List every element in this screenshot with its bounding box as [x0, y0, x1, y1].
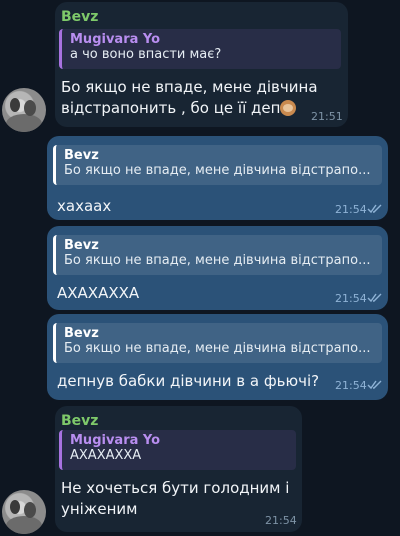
outgoing-message[interactable]: Bevz Бо якщо не впаде, мене дівчина відс… [47, 314, 388, 400]
reply-text: Бо якщо не впаде, мене дівчина відстрапо… [64, 163, 371, 178]
reply-text: АХАХАХХА [70, 448, 142, 463]
message-line: відстрапонить , бо це її деп [61, 99, 281, 117]
message-time: 21:54 [335, 203, 367, 216]
avatar-face [10, 500, 20, 514]
message-time: 21:54 [335, 292, 367, 305]
message-line: Бо якщо не впаде, мене дівчина [61, 78, 318, 96]
reply-author: Mugivara Yo [70, 433, 161, 448]
sender-name[interactable]: Bevz [61, 413, 98, 429]
avatar-face [24, 502, 36, 518]
sender-name[interactable]: Bevz [61, 9, 98, 25]
message-line: Не хочеться бути голодним і [61, 479, 290, 497]
reply-preview[interactable]: Bevz Бо якщо не впаде, мене дівчина відс… [53, 145, 382, 185]
message-text: депнув бабки дівчини в а фьючі? [57, 372, 320, 390]
avatar[interactable] [2, 88, 46, 132]
double-check-icon [367, 293, 382, 303]
avatar-body [6, 114, 42, 132]
reply-text: Бо якщо не впаде, мене дівчина відстрапо… [64, 253, 371, 268]
reply-preview[interactable]: Bevz Бо якщо не впаде, мене дівчина відс… [53, 323, 382, 363]
message-time: 21:51 [311, 110, 343, 123]
monkey-see-no-evil-icon [280, 100, 297, 116]
incoming-message[interactable]: Bevz Mugivara Yo АХАХАХХА Не хочеться бу… [55, 406, 302, 532]
reply-text: Бо якщо не впаде, мене дівчина відстрапо… [64, 341, 371, 356]
reply-text: а чо воно впасти має? [70, 47, 222, 62]
reply-author: Bevz [64, 148, 99, 163]
double-check-icon [367, 380, 382, 390]
message-text: хахаах [57, 197, 112, 215]
reply-author: Bevz [64, 238, 99, 253]
message-text: Бо якщо не впаде, мене дівчина відстрапо… [61, 77, 346, 119]
reply-preview[interactable]: Mugivara Yo АХАХАХХА [59, 430, 296, 470]
incoming-message[interactable]: Bevz Mugivara Yo а чо воно впасти має? Б… [55, 2, 348, 127]
reply-preview[interactable]: Mugivara Yo а чо воно впасти має? [59, 29, 341, 69]
message-time: 21:54 [265, 514, 297, 527]
reply-author: Mugivara Yo [70, 32, 161, 47]
outgoing-message[interactable]: Bevz Бо якщо не впаде, мене дівчина відс… [47, 226, 388, 310]
outgoing-message[interactable]: Bevz Бо якщо не впаде, мене дівчина відс… [47, 136, 388, 220]
message-text: АХАХАХХА [57, 284, 140, 302]
avatar-face [10, 98, 20, 112]
message-time: 21:54 [335, 379, 367, 392]
reply-preview[interactable]: Bevz Бо якщо не впаде, мене дівчина відс… [53, 235, 382, 275]
message-line: уніженим [61, 500, 138, 518]
reply-author: Bevz [64, 326, 99, 341]
avatar-body [6, 516, 42, 534]
message-text: Не хочеться бути голодним і уніженим [61, 478, 296, 520]
avatar-face [24, 100, 36, 116]
double-check-icon [367, 204, 382, 214]
avatar[interactable] [2, 490, 46, 534]
